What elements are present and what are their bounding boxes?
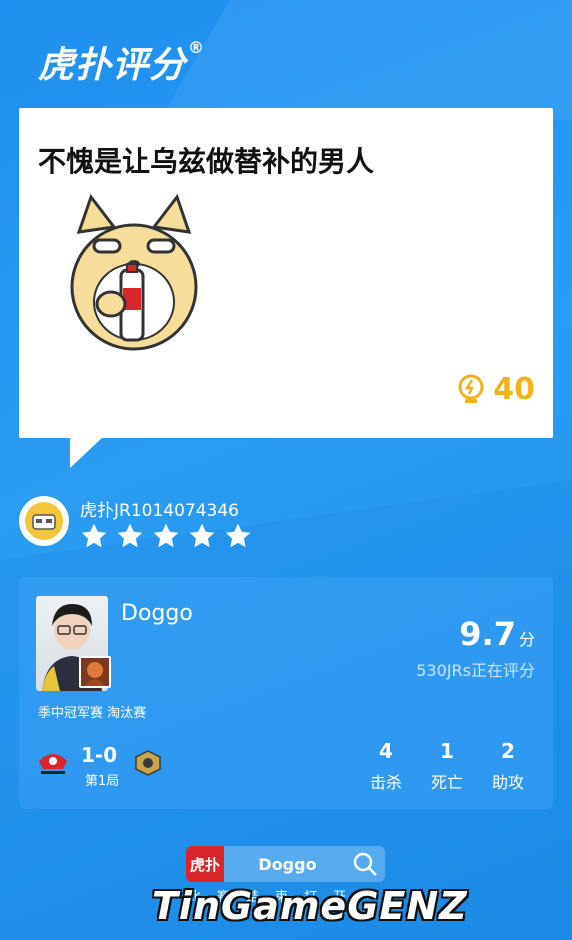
comment-card: 不愧是让乌兹做替补的男人 40 bbox=[19, 108, 553, 438]
avatar[interactable] bbox=[19, 496, 69, 546]
star-icon bbox=[225, 523, 251, 548]
search-bar[interactable]: 虎扑 Doggo bbox=[186, 846, 385, 882]
team-logo-left bbox=[39, 754, 67, 774]
username[interactable]: 虎扑JR1014074346 bbox=[80, 496, 239, 521]
like-count: 40 bbox=[493, 372, 535, 407]
star-icon bbox=[117, 523, 143, 548]
star-icon bbox=[81, 523, 107, 548]
lightbulb-icon bbox=[458, 374, 484, 403]
player-score: 9.7 分 bbox=[459, 615, 535, 653]
raters-count: 530JRs正在评分 bbox=[416, 661, 535, 680]
match-round: 第1局 bbox=[85, 774, 120, 789]
star-icon bbox=[189, 523, 215, 548]
player-name: Doggo bbox=[121, 601, 193, 626]
match-score: 1-0 bbox=[81, 743, 118, 767]
stat-kills: 4 击杀 bbox=[369, 739, 402, 792]
speech-bubble-tail bbox=[70, 436, 104, 468]
search-icon[interactable] bbox=[351, 850, 379, 878]
star-icon bbox=[153, 523, 179, 548]
hupu-logo: 虎扑 bbox=[186, 846, 224, 882]
app-logo: 虎扑评分 ® bbox=[38, 38, 206, 86]
stat-deaths: 1 死亡 bbox=[430, 739, 463, 792]
player-rating-panel[interactable]: Doggo 9.7 分 530JRs正在评分 季中冠军赛 淘汰赛 1-0 第1局 … bbox=[19, 577, 553, 809]
stat-assists: 2 助攻 bbox=[491, 739, 524, 792]
shiba-sticker-image bbox=[70, 193, 198, 351]
watermark: TinGameGENZ bbox=[152, 884, 468, 928]
avatar-icon bbox=[25, 502, 63, 540]
comment-text: 不愧是让乌兹做替补的男人 bbox=[38, 145, 375, 178]
like-counter[interactable]: 40 bbox=[455, 372, 535, 407]
star-rating bbox=[80, 522, 252, 550]
champion-icon bbox=[79, 656, 111, 688]
search-query[interactable]: Doggo bbox=[224, 855, 351, 874]
team-logo-right bbox=[135, 750, 161, 776]
match-tag: 季中冠军赛 淘汰赛 bbox=[38, 706, 147, 721]
